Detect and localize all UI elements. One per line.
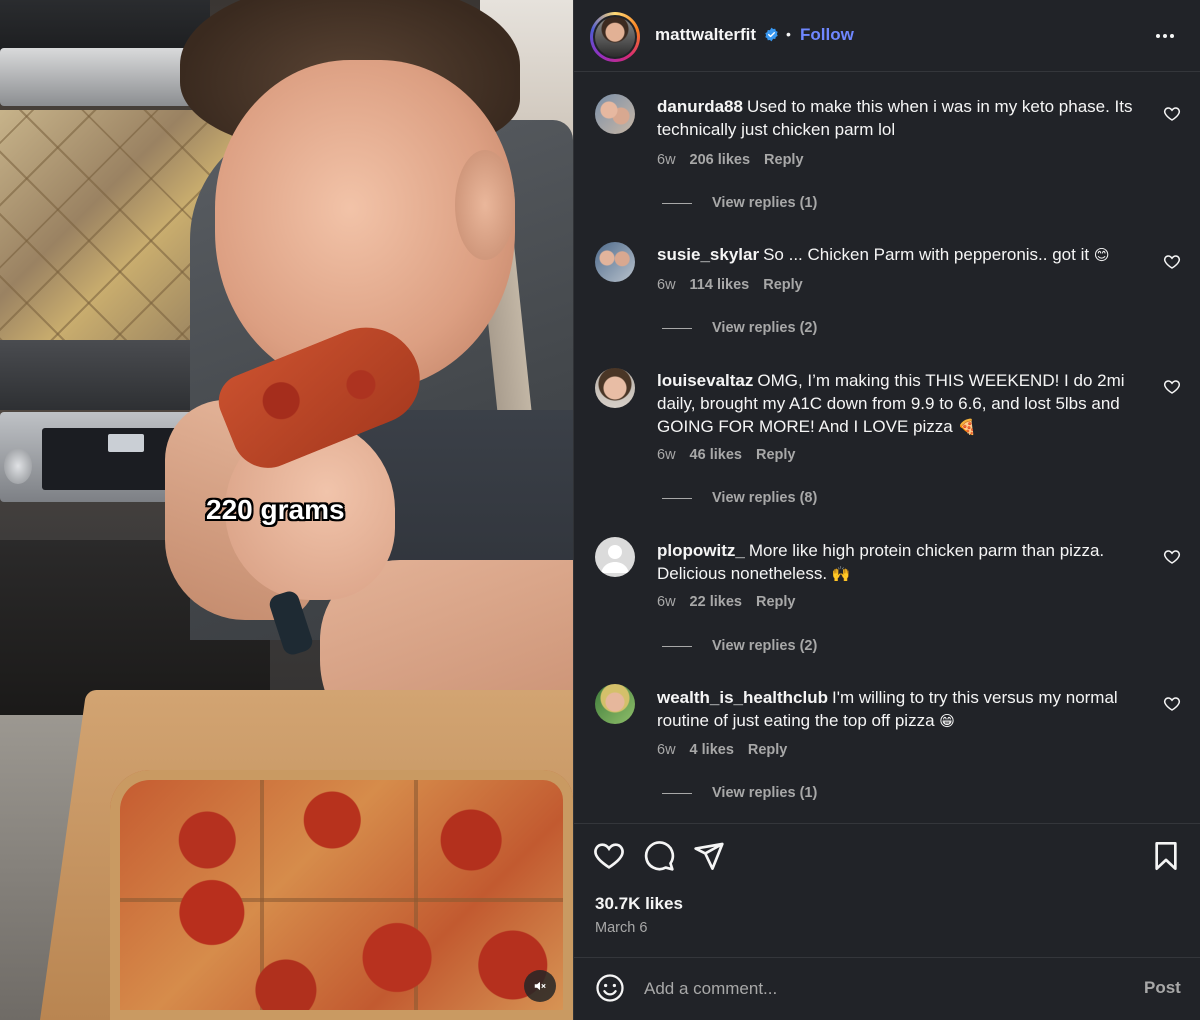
view-replies-button[interactable]: View replies (2) xyxy=(662,638,817,654)
commenter-username[interactable]: danurda88 xyxy=(657,97,743,116)
commenter-username[interactable]: louisevaltaz xyxy=(657,371,753,390)
replies-divider xyxy=(662,202,692,204)
bookmark-icon[interactable] xyxy=(1150,840,1182,872)
more-options-button[interactable] xyxy=(1150,24,1180,48)
commenter-username[interactable]: susie_skylar xyxy=(657,245,759,264)
separator-dot: • xyxy=(786,26,791,42)
view-replies-button[interactable]: View replies (1) xyxy=(662,785,817,801)
commenter-avatar[interactable] xyxy=(595,368,635,408)
comment-bubble-icon[interactable] xyxy=(643,840,675,872)
likes-count[interactable]: 30.7K likes xyxy=(595,894,683,914)
post-date[interactable]: March 6 xyxy=(595,920,647,936)
default-user-icon xyxy=(601,545,629,573)
replies-divider xyxy=(662,327,692,329)
smiling-emoji: 😊 xyxy=(1093,247,1110,264)
avatar-image xyxy=(595,17,635,57)
reply-button[interactable]: Reply xyxy=(756,594,796,610)
reply-button[interactable]: Reply xyxy=(756,447,796,463)
comment-likes[interactable]: 206 likes xyxy=(690,152,750,168)
reply-button[interactable]: Reply xyxy=(748,742,788,758)
replies-divider xyxy=(662,645,692,647)
follow-button[interactable]: Follow xyxy=(800,25,854,45)
person-ear xyxy=(455,150,515,260)
commenter-avatar[interactable] xyxy=(595,684,635,724)
comment-likes[interactable]: 22 likes xyxy=(690,594,742,610)
heart-outline-icon[interactable] xyxy=(593,840,625,872)
video-caption-overlay: 220 grams xyxy=(206,494,345,525)
reply-button[interactable]: Reply xyxy=(763,277,803,293)
heart-outline-icon[interactable] xyxy=(1163,378,1181,396)
comment-time[interactable]: 6w xyxy=(657,277,676,293)
pizza-emoji: 🍕 xyxy=(957,419,977,436)
commenter-avatar[interactable] xyxy=(595,94,635,134)
author-avatar[interactable] xyxy=(590,12,640,62)
view-replies-button[interactable]: View replies (2) xyxy=(662,320,817,336)
more-dots-icon xyxy=(1156,34,1160,38)
post-header: mattwalterfit • Follow xyxy=(574,0,1200,72)
comments-list[interactable]: danurda88 Used to make this when i was in… xyxy=(574,73,1200,823)
view-replies-button[interactable]: View replies (1) xyxy=(662,195,817,211)
comment-time[interactable]: 6w xyxy=(657,594,676,610)
comment-likes[interactable]: 4 likes xyxy=(690,742,734,758)
comment-time[interactable]: 6w xyxy=(657,742,676,758)
post-media[interactable]: 220 grams xyxy=(0,0,573,1020)
replies-divider xyxy=(662,497,692,499)
raised-hands-emoji: 🙌 xyxy=(831,566,851,583)
commenter-avatar[interactable] xyxy=(595,537,635,577)
post-comment-button[interactable]: Post xyxy=(1144,978,1181,998)
author-username[interactable]: mattwalterfit xyxy=(655,25,756,45)
commenter-avatar[interactable] xyxy=(595,242,635,282)
view-replies-button[interactable]: View replies (8) xyxy=(662,490,817,506)
post-actions: 30.7K likes March 6 xyxy=(574,823,1200,957)
comment-likes[interactable]: 46 likes xyxy=(690,447,742,463)
pizza xyxy=(110,770,573,1020)
oven-handle xyxy=(0,48,210,106)
mute-button[interactable] xyxy=(524,970,556,1002)
smiley-icon[interactable] xyxy=(595,973,625,1003)
add-comment-bar: Post xyxy=(574,957,1200,1020)
heart-outline-icon[interactable] xyxy=(1163,695,1181,713)
reply-button[interactable]: Reply xyxy=(764,152,804,168)
stove-panel xyxy=(0,340,200,410)
grinning-emoji: 😁 xyxy=(939,713,955,730)
heart-outline-icon[interactable] xyxy=(1163,548,1181,566)
verified-badge-icon xyxy=(765,27,778,42)
post-side-panel: mattwalterfit • Follow danurda88 Used to … xyxy=(573,0,1200,1020)
comment-time[interactable]: 6w xyxy=(657,152,676,168)
comment-text: So ... Chicken Parm with pepperonis.. go… xyxy=(763,245,1090,264)
paper-plane-icon[interactable] xyxy=(693,840,725,872)
comment-likes[interactable]: 114 likes xyxy=(690,277,750,293)
heart-outline-icon[interactable] xyxy=(1163,105,1181,123)
heart-outline-icon[interactable] xyxy=(1163,253,1181,271)
commenter-username[interactable]: wealth_is_healthclub xyxy=(657,688,828,707)
commenter-username[interactable]: plopowitz_ xyxy=(657,541,745,560)
comment-time[interactable]: 6w xyxy=(657,447,676,463)
replies-divider xyxy=(662,792,692,794)
speaker-muted-icon xyxy=(534,981,546,991)
comment-input[interactable] xyxy=(644,976,1124,1002)
oven-knob xyxy=(4,448,32,484)
